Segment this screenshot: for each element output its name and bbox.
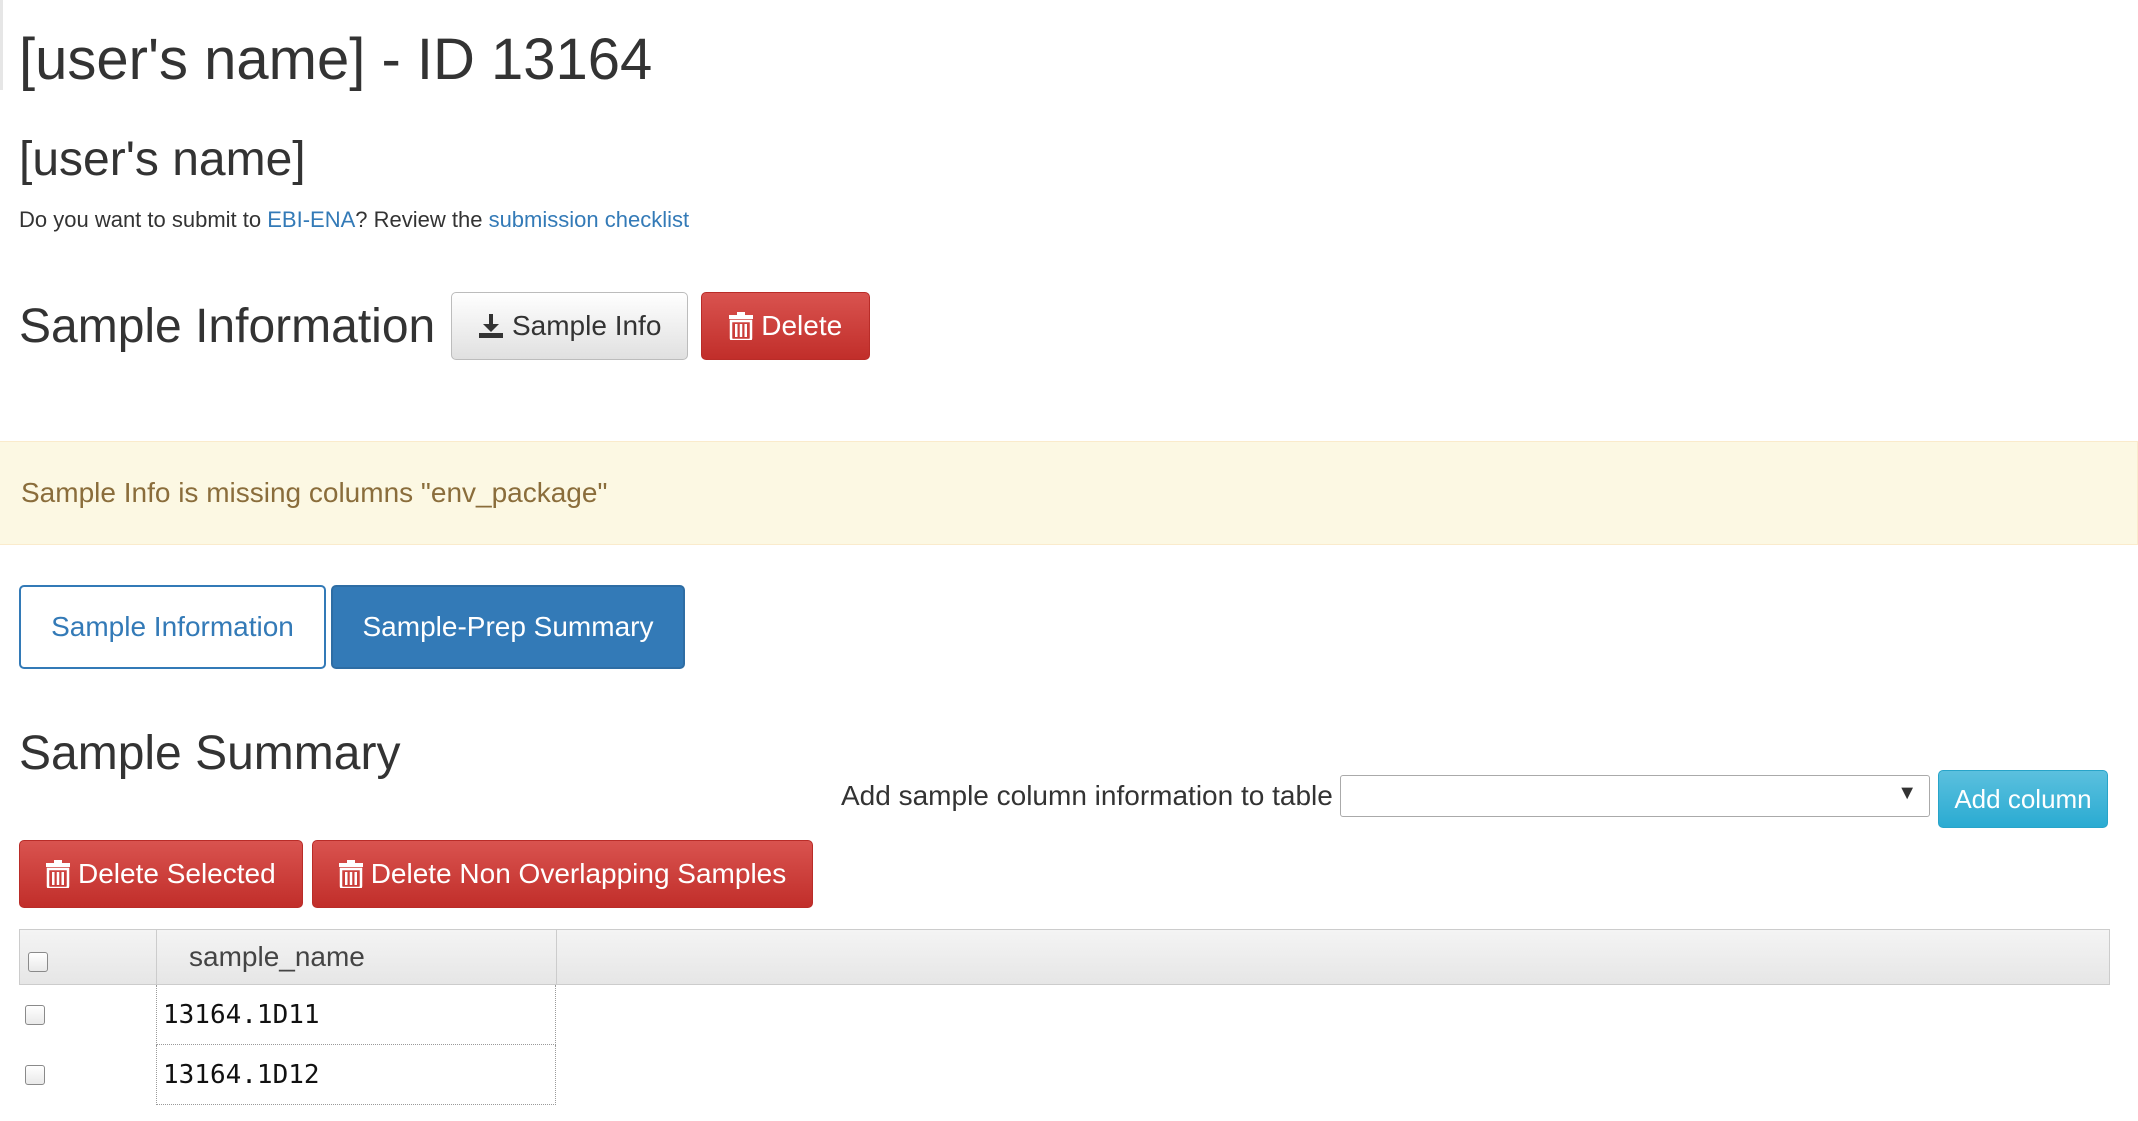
delete-sample-info-button[interactable]: Delete [701,292,871,360]
select-all-cell [20,930,157,984]
download-sample-info-button[interactable]: Sample Info [451,292,689,360]
add-column-label: Add sample column information to table [841,780,1333,811]
delete-non-overlapping-button[interactable]: Delete Non Overlapping Samples [311,840,814,908]
add-column-button[interactable]: Add column [1938,770,2108,828]
submission-notice: Do you want to submit to EBI-ENA? Review… [19,204,689,236]
trash-icon [46,860,70,888]
sample-information-heading: Sample Information [19,299,436,353]
row-select-cell [19,1045,156,1105]
tab-sample-information[interactable]: Sample Information [19,585,326,669]
bulk-actions: Delete Selected Delete Non Overlapping S… [19,840,814,908]
view-tabs: Sample Information Sample-Prep Summary [19,585,685,669]
table-row: 13164.1D11 [19,985,2110,1045]
table-row: 13164.1D12 [19,1045,2110,1105]
window-edge [0,0,3,90]
alert-message: Sample Info is missing columns "env_pack… [21,477,608,508]
user-name-heading: [user's name] [19,133,306,186]
delete-sample-info-label: Delete [761,310,843,341]
missing-columns-alert: Sample Info is missing columns "env_pack… [0,441,2138,545]
sample-name-cell: 13164.1D11 [156,985,556,1045]
page-title: [user's name] - ID 13164 [19,27,653,92]
sample-summary-heading: Sample Summary [19,727,401,780]
delete-selected-label: Delete Selected [78,858,276,889]
select-all-checkbox[interactable] [28,952,48,972]
delete-non-overlapping-label: Delete Non Overlapping Samples [370,858,787,889]
sample-name-cell: 13164.1D12 [156,1045,556,1105]
sample-table: sample_name 13164.1D11 13164.1D12 [19,929,2110,1105]
sample-information-header: Sample Information Sample Info Delete [19,290,871,362]
row-checkbox[interactable] [25,1005,45,1025]
download-icon [478,313,504,339]
page: [user's name] - ID 13164 [user's name] D… [0,0,2138,1121]
add-column-select[interactable]: ▼ [1340,775,1930,817]
row-select-cell [19,985,156,1045]
chevron-down-icon: ▼ [1897,782,1917,804]
delete-selected-button[interactable]: Delete Selected [19,840,303,908]
submission-prefix: Do you want to submit to [19,207,268,232]
tab-sample-prep-summary[interactable]: Sample-Prep Summary [331,585,685,669]
submission-middle: ? Review the [355,207,489,232]
table-header: sample_name [19,929,2110,985]
row-checkbox[interactable] [25,1065,45,1085]
ebi-ena-link[interactable]: EBI-ENA [267,207,355,232]
trash-icon [338,860,363,888]
submission-checklist-link[interactable]: submission checklist [489,207,690,232]
column-header-sample-name[interactable]: sample_name [157,930,557,984]
download-sample-info-label: Sample Info [511,310,662,341]
trash-icon [729,312,754,340]
